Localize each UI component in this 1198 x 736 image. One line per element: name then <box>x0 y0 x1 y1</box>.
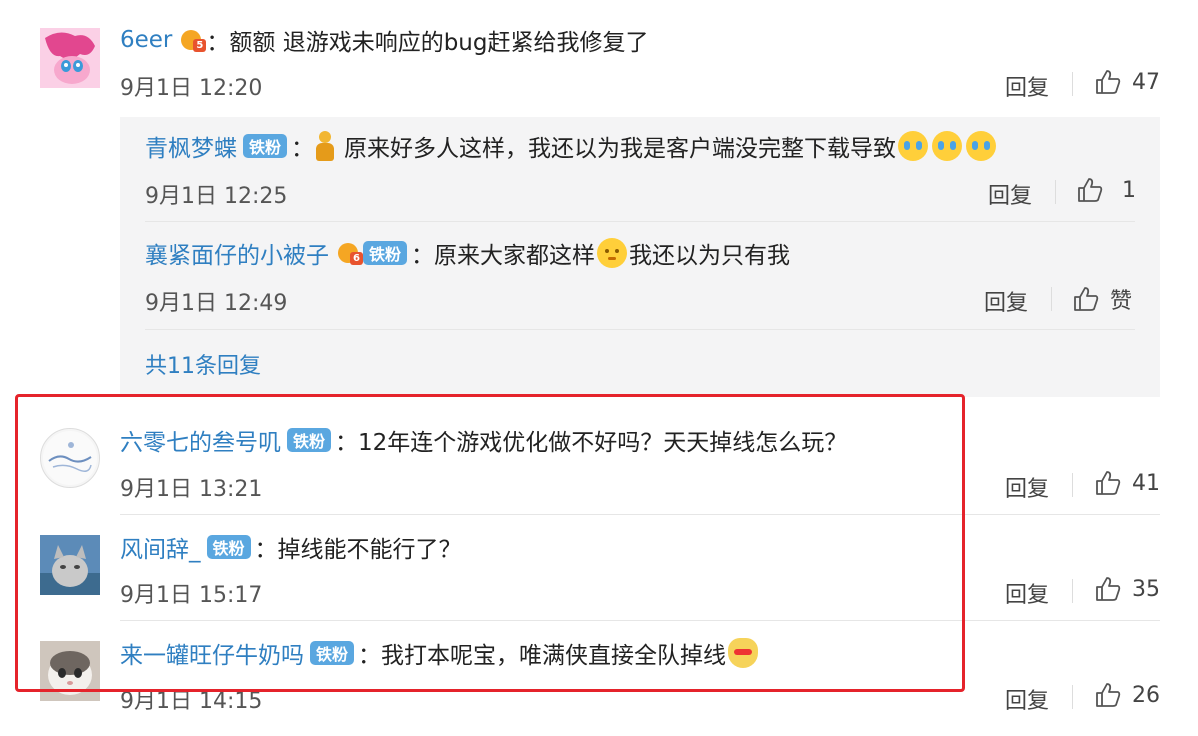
reply-button[interactable]: 回复 <box>1005 683 1049 715</box>
fan-badge: 铁粉 <box>363 241 408 265</box>
pony-avatar-icon <box>40 28 100 88</box>
thumbs-up-icon <box>1096 683 1121 707</box>
like-button[interactable]: 1 <box>1076 176 1136 204</box>
reply-text: 原来好多人这样，我还以为我是客户端没完整下载导致 <box>344 136 897 162</box>
crying-laughing-emoji <box>932 131 963 161</box>
reply-button[interactable]: 回复 <box>984 285 1028 317</box>
reply-button[interactable]: 回复 <box>1005 70 1049 102</box>
separator <box>1051 287 1052 311</box>
thumbs-up-icon <box>1074 287 1099 311</box>
timestamp: 9月1日 12:25 <box>145 184 288 209</box>
divider <box>145 329 1135 330</box>
comment-text: 额额 退游戏未响应的bug赶紧给我修复了 <box>229 30 649 56</box>
reply-button[interactable]: 回复 <box>1005 577 1049 609</box>
like-button[interactable]: 赞 <box>1072 283 1132 315</box>
reply-text: 原来大家都这样 <box>434 243 596 269</box>
fan-badge: 铁粉 <box>243 134 288 158</box>
reply-button[interactable]: 回复 <box>988 178 1032 210</box>
like-count: 41 <box>1132 470 1160 496</box>
thumbs-up-icon <box>1078 178 1103 202</box>
colon: ： <box>291 136 315 162</box>
highlight-box <box>15 394 965 692</box>
figure-emoji-icon <box>314 131 336 161</box>
like-label: 赞 <box>1110 289 1133 314</box>
like-count: 26 <box>1132 682 1160 708</box>
reply-header: 青枫梦蝶 铁粉 ： 原来好多人这样，我还以为我是客户端没完整下载导致 <box>145 129 998 163</box>
vip-crown-icon: 6 <box>333 241 363 265</box>
like-count: 35 <box>1132 576 1160 602</box>
reply-text-continued: 我还以为只有我 <box>629 243 791 269</box>
colon: ： <box>206 30 230 56</box>
like-button[interactable]: 41 <box>1094 469 1160 497</box>
timestamp: 9月1日 12:49 <box>145 291 288 316</box>
thumbs-up-icon <box>1096 577 1121 601</box>
username[interactable]: 青枫梦蝶 <box>145 129 237 163</box>
like-button[interactable]: 47 <box>1094 68 1160 96</box>
separator <box>1072 685 1073 709</box>
like-count: 47 <box>1132 69 1160 95</box>
crying-laughing-emoji <box>898 131 929 161</box>
divider <box>145 221 1135 222</box>
separator <box>1072 579 1073 603</box>
username[interactable]: 6eer <box>120 27 172 53</box>
reply-button[interactable]: 回复 <box>1005 471 1049 503</box>
crying-laughing-emoji <box>966 131 997 161</box>
more-replies-link[interactable]: 共11条回复 <box>145 348 261 380</box>
separator <box>1055 180 1056 204</box>
colon: ： <box>411 243 435 269</box>
like-button[interactable]: 35 <box>1094 575 1160 603</box>
shy-emoji <box>597 238 628 268</box>
separator <box>1072 473 1073 497</box>
username[interactable]: 襄紧面仔的小被子 <box>145 236 329 270</box>
separator <box>1072 72 1073 96</box>
like-button[interactable]: 26 <box>1094 681 1160 709</box>
timestamp: 9月1日 12:20 <box>120 76 263 101</box>
avatar[interactable] <box>40 28 100 88</box>
comment-header: 6eer 5 ： 额额 退游戏未响应的bug赶紧给我修复了 <box>120 23 648 57</box>
thumbs-up-icon <box>1096 70 1121 94</box>
like-count: 1 <box>1122 177 1136 203</box>
reply-header: 襄紧面仔的小被子 6 铁粉 ： 原来大家都这样 我还以为只有我 <box>145 236 790 270</box>
thumbs-up-icon <box>1096 471 1121 495</box>
vip-crown-icon: 5 <box>176 28 207 52</box>
